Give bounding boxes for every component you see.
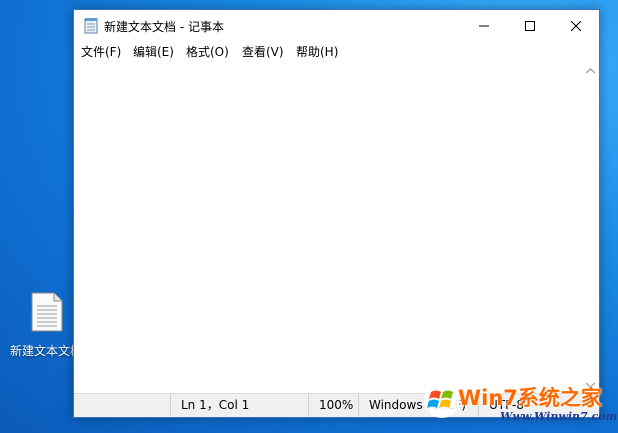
watermark-url: Www.Winwin7.com — [500, 410, 618, 423]
maximize-button[interactable] — [507, 10, 553, 41]
cursor-position: Ln 1，Col 1 — [170, 394, 304, 416]
menu-format[interactable]: 格式(O) — [186, 43, 229, 60]
menu-edit[interactable]: 编辑(E) — [133, 43, 174, 60]
minimize-icon — [479, 25, 489, 26]
menu-file[interactable]: 文件(F) — [81, 43, 121, 60]
window-title: 新建文本文档 - 记事本 — [104, 20, 224, 34]
notepad-icon — [84, 18, 98, 34]
close-icon — [571, 20, 581, 31]
minimize-button[interactable] — [461, 10, 507, 41]
scroll-up-icon[interactable] — [585, 67, 596, 75]
zoom-level: 100% — [308, 394, 358, 416]
title-bar[interactable]: 新建文本文档 - 记事本 — [74, 10, 599, 41]
text-editor[interactable] — [74, 62, 582, 394]
watermark-brand: Win7系统之家 — [458, 386, 602, 410]
vertical-scrollbar[interactable] — [582, 62, 599, 394]
watermark: Win7系统之家 Www.Winwin7.com — [418, 378, 618, 430]
maximize-icon — [525, 20, 535, 31]
close-button[interactable] — [553, 10, 599, 41]
menu-view[interactable]: 查看(V) — [242, 43, 284, 60]
text-file-icon — [31, 292, 63, 332]
menu-help[interactable]: 帮助(H) — [296, 43, 338, 60]
windows-logo-icon — [424, 382, 460, 418]
notepad-window: 新建文本文档 - 记事本 文件(F) 编辑(E) 格式(O) 查看(V) 帮助(… — [73, 9, 600, 418]
menu-bar: 文件(F) 编辑(E) 格式(O) 查看(V) 帮助(H) — [74, 41, 599, 61]
